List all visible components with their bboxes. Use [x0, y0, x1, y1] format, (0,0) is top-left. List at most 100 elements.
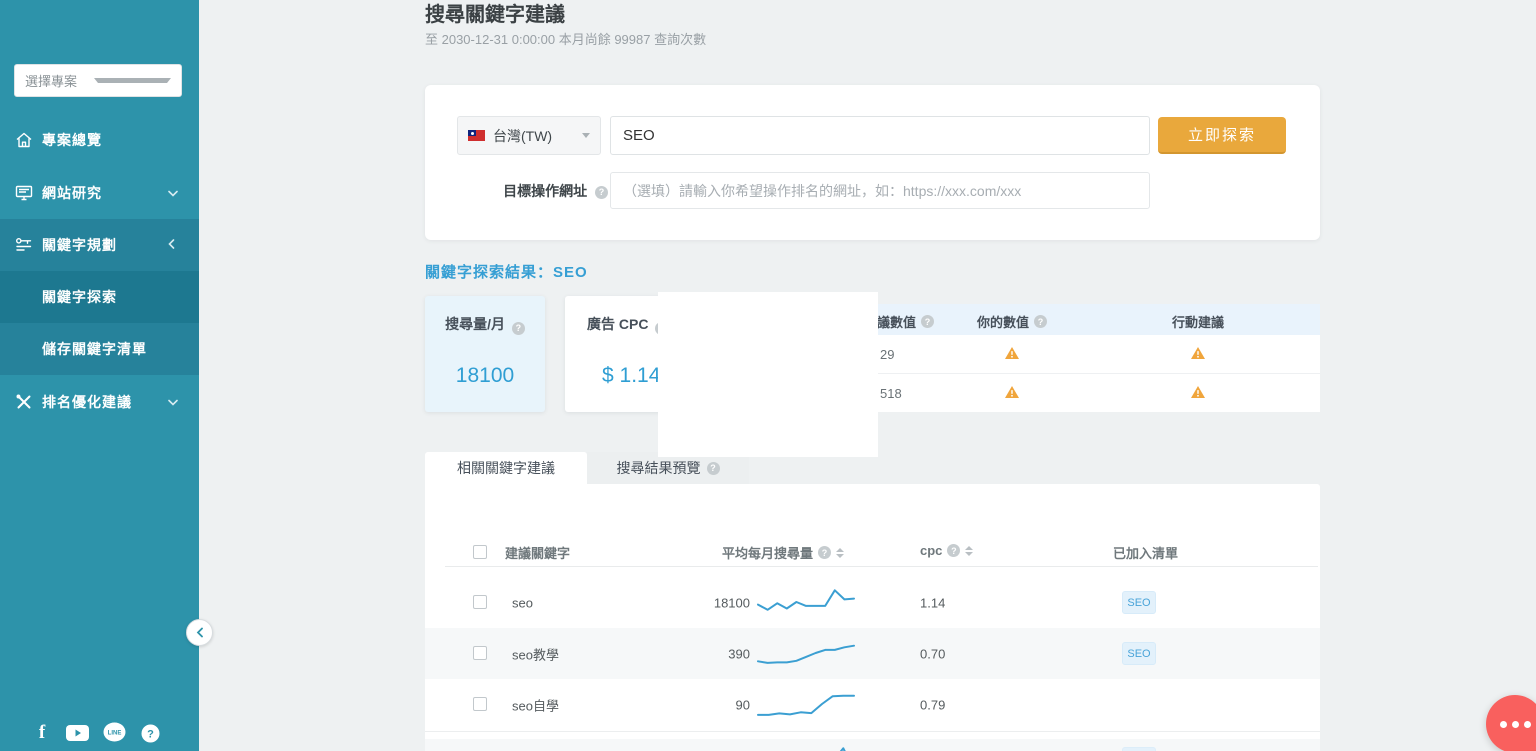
sidebar-item-keyword-explore[interactable]: 關鍵字探索	[0, 271, 199, 323]
sort-icon[interactable]	[836, 548, 844, 558]
cell-keyword: seo自學	[512, 696, 559, 715]
help-icon[interactable]: ?	[595, 186, 608, 199]
target-url-input[interactable]	[610, 172, 1150, 209]
facebook-icon[interactable]: f	[25, 721, 59, 745]
metric-col-action: 行動建議	[1172, 312, 1224, 331]
added-list-badge	[1122, 747, 1156, 751]
cell-volume: 90	[680, 698, 750, 713]
sidebar-item-project-overview[interactable]: 專案總覽	[0, 114, 199, 166]
svg-text:?: ?	[147, 728, 154, 740]
results-heading: 關鍵字探索結果：SEO	[425, 261, 588, 282]
tab-related-keywords[interactable]: 相關關鍵字建議	[425, 452, 587, 484]
stat-label-text: 廣告 CPC	[587, 316, 648, 332]
white-overlay-box	[658, 292, 878, 457]
row-checkbox[interactable]	[473, 595, 487, 609]
monitor-icon	[13, 182, 35, 204]
metric-suggested-value: 518	[880, 386, 902, 401]
help-icon[interactable]: ?	[512, 322, 525, 335]
chat-dot	[1512, 721, 1519, 728]
chevron-left-icon	[196, 627, 204, 638]
metric-col-yours: 你的數值 ?	[977, 312, 1047, 331]
col-header-keyword: 建議關鍵字	[505, 543, 570, 562]
sparkline-chart	[756, 689, 856, 719]
stat-value: 18100	[425, 364, 545, 388]
sidebar-item-saved-keyword-list[interactable]: 儲存關鍵字清單	[0, 323, 199, 375]
sidebar-item-label: 儲存關鍵字清單	[42, 339, 147, 359]
warning-icon	[1190, 385, 1206, 404]
help-icon[interactable]: ?	[1034, 315, 1047, 328]
row-checkbox[interactable]	[473, 646, 487, 660]
sidebar-item-keyword-planning[interactable]: 關鍵字規劃	[0, 219, 199, 271]
table-row	[425, 739, 1320, 751]
cell-volume: 390	[680, 646, 750, 661]
country-select-value: 台灣(TW)	[493, 126, 582, 146]
sidebar-collapse-button[interactable]	[186, 619, 213, 646]
sidebar-item-site-research[interactable]: 網站研究	[0, 166, 199, 219]
country-select[interactable]: 台灣(TW)	[457, 116, 601, 155]
col-header-cpc: cpc ?	[920, 543, 973, 558]
tab-label: 搜尋結果預覽	[617, 458, 701, 478]
taiwan-flag-icon	[468, 130, 485, 141]
search-card	[425, 85, 1320, 240]
cell-cpc: 1.14	[920, 595, 945, 610]
sidebar-item-label: 專案總覽	[42, 130, 102, 150]
metric-col-suggested: 議數值 ?	[877, 312, 934, 331]
target-url-label-text: 目標操作網址	[503, 183, 587, 199]
search-now-button[interactable]: 立即探索	[1158, 117, 1286, 154]
table-header-divider	[445, 566, 1318, 567]
tab-label: 相關關鍵字建議	[457, 458, 555, 478]
keyword-search-input[interactable]	[610, 116, 1150, 155]
select-all-checkbox[interactable]	[473, 545, 487, 559]
cell-volume: 18100	[680, 595, 750, 610]
home-icon	[13, 129, 35, 151]
col-header-label: cpc	[920, 543, 942, 558]
chevron-left-icon	[168, 236, 175, 254]
chevron-down-icon	[582, 133, 590, 138]
sparkline-chart	[756, 638, 856, 668]
help-icon[interactable]: ?	[921, 315, 934, 328]
col-header-volume: 平均每月搜尋量 ?	[722, 543, 844, 562]
cell-keyword: seo	[512, 595, 533, 610]
key-planner-icon	[13, 234, 35, 256]
cell-keyword: seo教學	[512, 644, 559, 663]
col-header-label: 平均每月搜尋量	[722, 543, 813, 562]
metric-col-label: 你的數值	[977, 312, 1029, 331]
chevron-down-icon	[168, 393, 178, 411]
cell-cpc: 0.79	[920, 698, 945, 713]
help-icon[interactable]: ?	[947, 544, 960, 557]
project-select[interactable]: 選擇專案	[14, 64, 182, 97]
stat-label: 搜尋量/月 ?	[425, 314, 545, 335]
sidebar-item-label: 關鍵字規劃	[42, 235, 117, 255]
youtube-icon[interactable]	[60, 721, 94, 745]
chat-widget-button[interactable]	[1486, 695, 1536, 751]
chevron-down-icon	[168, 184, 178, 202]
added-list-badge: SEO	[1122, 642, 1156, 665]
help-circle-icon[interactable]: ?	[133, 721, 167, 745]
quota-text: 至 2030-12-31 0:00:00 本月尚餘 99987 查詢次數	[425, 30, 706, 50]
help-icon[interactable]: ?	[818, 546, 831, 559]
stat-label-text: 搜尋量/月	[445, 316, 505, 332]
row-checkbox[interactable]	[473, 697, 487, 711]
sidebar-item-label: 網站研究	[42, 183, 102, 203]
tools-icon	[13, 391, 35, 413]
target-url-label: 目標操作網址 ?	[420, 181, 608, 201]
chat-dot	[1500, 721, 1507, 728]
warning-icon	[1190, 346, 1206, 365]
svg-text:LINE: LINE	[107, 730, 121, 736]
sidebar-item-label: 排名優化建議	[42, 392, 132, 412]
warning-icon	[1004, 385, 1020, 404]
line-icon[interactable]: LINE	[97, 721, 131, 745]
table-row: seo教學 390 0.70 SEO	[425, 628, 1320, 679]
added-list-badge: SEO	[1122, 591, 1156, 614]
metric-suggested-value: 29	[880, 347, 894, 362]
table-row: seo自學 90 0.79	[425, 679, 1320, 732]
app-root: 選擇專案 專案總覽 網站研究 關鍵字規劃	[0, 0, 1536, 751]
warning-icon	[1004, 346, 1020, 365]
cell-cpc: 0.70	[920, 646, 945, 661]
help-icon[interactable]: ?	[707, 462, 720, 475]
metric-col-label: 議數值	[877, 312, 916, 331]
sidebar-item-rank-optimization[interactable]: 排名優化建議	[0, 375, 199, 428]
project-select-value: 選擇專案	[25, 71, 94, 90]
sidebar-item-label: 關鍵字探索	[42, 287, 117, 307]
sort-icon[interactable]	[965, 546, 973, 556]
